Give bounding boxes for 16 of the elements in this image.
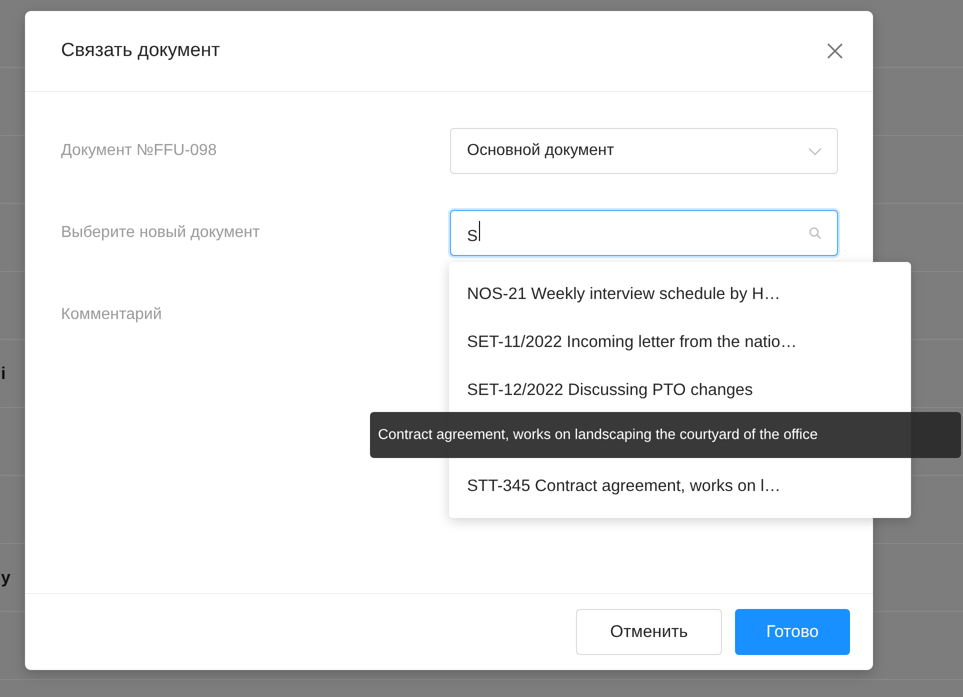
search-icon <box>808 226 822 240</box>
document-type-select[interactable]: Основной документ <box>450 128 838 174</box>
dropdown-option[interactable]: SET-11/2022 Incoming letter from the natio… <box>449 318 911 366</box>
tooltip: Contract agreement, works on landscaping the courtyard of the office <box>370 412 961 458</box>
close-icon[interactable] <box>825 41 845 61</box>
field-label: Выберите новый документ <box>61 224 261 242</box>
document-search-field[interactable]: S <box>450 210 838 256</box>
field-label: Комментарий <box>61 306 163 324</box>
dialog-title: Связать документ <box>61 40 220 62</box>
background-text: y <box>1 568 10 588</box>
background-text: i <box>1 364 6 384</box>
dropdown-option[interactable]: STT-345 Contract agreement, works on l… <box>449 462 911 510</box>
dropdown-option[interactable]: NOS-21 Weekly interview schedule by H… <box>449 270 911 318</box>
field-label: Документ №FFU-098 <box>61 142 218 160</box>
cancel-button[interactable]: Отменить <box>576 609 722 655</box>
dropdown-option[interactable]: SET-12/2022 Discussing PTO changes <box>449 366 911 414</box>
